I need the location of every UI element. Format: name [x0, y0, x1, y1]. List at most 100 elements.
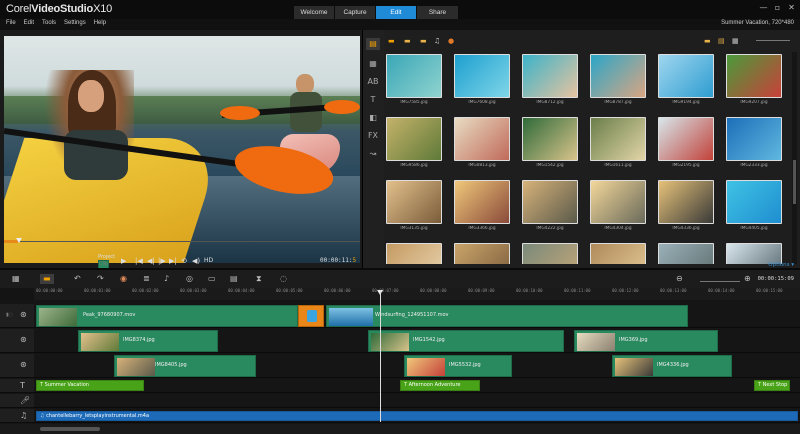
next-frame-button[interactable]: |▶: [158, 257, 166, 265]
media-thumbnail[interactable]: IMG9586.jpg: [386, 117, 442, 170]
photo-filter-icon[interactable]: ▬: [420, 36, 427, 46]
hd-button[interactable]: HD: [204, 257, 213, 265]
multi-camera-icon[interactable]: ▤: [230, 274, 238, 284]
thumbnail-size-slider[interactable]: [756, 40, 790, 41]
fx-filter-icon[interactable]: ●: [448, 36, 454, 46]
title-icon[interactable]: T: [366, 94, 380, 106]
media-thumbnail[interactable]: IMG0813.jpg: [454, 117, 510, 170]
library-scroll-thumb[interactable]: [793, 160, 796, 204]
tab-share[interactable]: Share: [417, 6, 458, 19]
timeline-scroll-thumb[interactable]: [40, 427, 100, 431]
filter-icon[interactable]: FX: [366, 130, 380, 142]
transition-icon[interactable]: AB: [366, 76, 380, 88]
audio-filter-icon[interactable]: ♫: [434, 36, 440, 46]
close-button[interactable]: ✕: [786, 2, 797, 13]
timeline-zoom-slider[interactable]: [700, 281, 740, 282]
home-button[interactable]: |◀: [135, 257, 143, 265]
timeline-timecode[interactable]: 00:00:15:09: [758, 276, 794, 282]
title-clip[interactable]: T Next Stop: [754, 380, 790, 391]
video-track-icon[interactable]: ⊛: [20, 310, 27, 319]
voice-track-icon[interactable]: 🎤︎: [20, 396, 30, 405]
media-thumbnail[interactable]: IMG3366.jpg: [454, 180, 510, 233]
media-thumbnail[interactable]: [726, 243, 782, 264]
media-thumbnail[interactable]: IMG4405.jpg: [726, 180, 782, 233]
media-thumbnail[interactable]: [522, 243, 578, 264]
preview-timecode[interactable]: 00:00:11:5: [320, 257, 356, 264]
media-icon[interactable]: ▤: [366, 38, 380, 50]
maximize-button[interactable]: ▫: [772, 2, 783, 13]
grid-view-icon[interactable]: ▦: [732, 36, 739, 46]
storyboard-view-icon[interactable]: ▦: [12, 274, 20, 284]
playhead-line[interactable]: [380, 290, 381, 422]
media-thumbnail[interactable]: IMG8787.jpg: [590, 54, 646, 107]
media-thumbnail[interactable]: [590, 243, 646, 264]
redo-icon[interactable]: ↷: [97, 274, 104, 284]
media-thumbnail[interactable]: IMG4336.jpg: [658, 180, 714, 233]
timeline-view-icon[interactable]: ▬: [40, 274, 54, 284]
motion-tracking-icon[interactable]: ◎: [186, 274, 193, 284]
overlay-clip[interactable]: IMG8405.jpg: [114, 355, 256, 377]
scrubber-thumb[interactable]: [16, 238, 22, 243]
project-clip-toggle[interactable]: Project Clip: [98, 254, 115, 282]
media-thumbnail[interactable]: IMG7585.jpg: [386, 54, 442, 107]
menu-settings[interactable]: Settings: [64, 20, 86, 26]
media-thumbnail[interactable]: IMG7608.jpg: [454, 54, 510, 107]
overlay-clip[interactable]: IMG369.jpg: [574, 330, 718, 352]
volume-icon[interactable]: ◀): [192, 257, 200, 265]
media-thumbnail[interactable]: IMG4304.jpg: [590, 180, 646, 233]
folder-icon[interactable]: ▬: [388, 36, 395, 46]
title-clip[interactable]: T Summer Vacation: [36, 380, 144, 391]
media-thumbnail[interactable]: IMG1542.jpg: [522, 117, 578, 170]
overlay-clip[interactable]: IMG8374.jpg: [78, 330, 218, 352]
media-thumbnail[interactable]: IMG4222.jpg: [522, 180, 578, 233]
preview-viewer[interactable]: [4, 36, 360, 263]
overlay-track-icon[interactable]: ⊛: [20, 335, 27, 344]
overlay-clip[interactable]: IMG4336.jpg: [612, 355, 732, 377]
video-filter-icon[interactable]: ▬: [404, 36, 411, 46]
media-thumbnail[interactable]: [454, 243, 510, 264]
tab-edit[interactable]: Edit: [376, 6, 416, 19]
timeline-ruler[interactable]: 00:00:00:00 00:00:01:00 00:00:02:00 00:0…: [34, 288, 800, 300]
instant-project-icon[interactable]: ▦: [366, 58, 380, 70]
title-clip[interactable]: T Afternoon Adventure: [400, 380, 480, 391]
zoom-in-icon[interactable]: ⊕: [744, 274, 751, 284]
media-thumbnail[interactable]: IMG9194.jpg: [658, 54, 714, 107]
overlay-clip[interactable]: IMG5532.jpg: [404, 355, 512, 377]
menu-help[interactable]: Help: [94, 20, 106, 26]
menu-tools[interactable]: Tools: [42, 20, 56, 26]
zoom-out-icon[interactable]: ⊖: [676, 274, 683, 284]
sound-mixer-icon[interactable]: ≣: [143, 274, 150, 284]
minimize-button[interactable]: —: [758, 2, 769, 13]
media-thumbnail[interactable]: IMG8712.jpg: [522, 54, 578, 107]
tab-capture[interactable]: Capture: [335, 6, 375, 19]
repeat-icon[interactable]: ⟲: [181, 257, 187, 265]
media-thumbnail[interactable]: [658, 243, 714, 264]
undo-icon[interactable]: ↶: [74, 274, 81, 284]
audio-clip[interactable]: ♫ chantellebarry_letsplayinstrumental.m4…: [36, 411, 798, 421]
media-thumbnail[interactable]: IMG2333.jpg: [726, 117, 782, 170]
play-button[interactable]: ▶: [121, 257, 126, 265]
preview-scrubber[interactable]: [4, 238, 360, 244]
detail-view-icon[interactable]: ▤: [718, 36, 725, 46]
title-track-icon[interactable]: T: [20, 381, 25, 390]
menu-edit[interactable]: Edit: [24, 20, 34, 26]
timeline-scrollbar[interactable]: [0, 424, 800, 434]
subtitle-editor-icon[interactable]: ▭: [208, 274, 216, 284]
time-remapping-icon[interactable]: ⧗: [256, 274, 262, 284]
end-button[interactable]: ▶|: [169, 257, 177, 265]
menu-file[interactable]: File: [6, 20, 16, 26]
record-capture-icon[interactable]: ◉: [120, 274, 127, 284]
media-thumbnail[interactable]: IMG3135.jpg: [386, 180, 442, 233]
path-icon[interactable]: ↝: [366, 148, 380, 160]
transition-clip[interactable]: [298, 305, 324, 327]
media-thumbnail[interactable]: IMG9207.jpg: [726, 54, 782, 107]
graphic-icon[interactable]: ◧: [366, 112, 380, 124]
library-scrollbar[interactable]: [792, 52, 797, 264]
video-clip[interactable]: Peak_97680907.mov: [36, 305, 298, 327]
list-view-icon[interactable]: ▬: [704, 36, 711, 46]
media-thumbnail[interactable]: IMG2195.jpg: [658, 117, 714, 170]
media-thumbnail[interactable]: IMG1611.jpg: [590, 117, 646, 170]
overlay-track-icon[interactable]: ⊛: [20, 360, 27, 369]
tab-welcome[interactable]: Welcome: [294, 6, 334, 19]
overlay-clip[interactable]: IMG1542.jpg: [368, 330, 564, 352]
